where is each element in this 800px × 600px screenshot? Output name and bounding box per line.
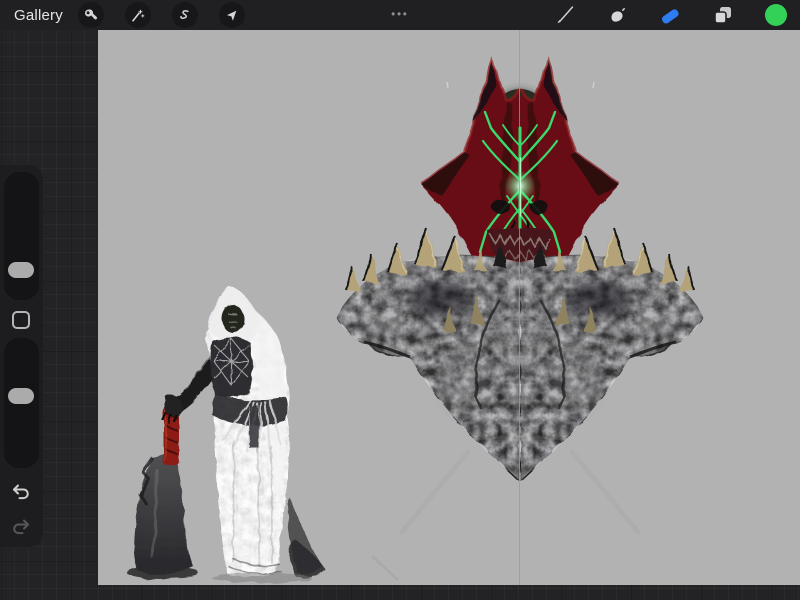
eraser-icon	[658, 4, 682, 26]
eraser-button[interactable]	[658, 4, 682, 26]
gallery-button[interactable]: Gallery	[14, 7, 63, 24]
transform-button[interactable]	[219, 2, 245, 28]
actions-button[interactable]	[78, 2, 104, 28]
top-toolbar: Gallery •••	[0, 0, 800, 30]
faint-leg-line	[572, 452, 638, 532]
paint-brush-icon	[554, 4, 576, 26]
magic-wand-icon	[130, 8, 145, 23]
wrench-icon	[83, 8, 98, 23]
ghost-robe	[206, 286, 325, 583]
brush-size-slider[interactable]	[4, 172, 39, 300]
modify-button[interactable]	[12, 311, 30, 329]
brush-size-handle[interactable]	[8, 262, 34, 278]
opacity-handle[interactable]	[8, 388, 34, 404]
ghost-sword	[127, 396, 199, 579]
arrow-cursor-icon	[224, 8, 239, 23]
paint-specks	[447, 82, 594, 88]
canvas-overflow-indicator[interactable]: •••	[391, 8, 409, 20]
brush-button[interactable]	[554, 4, 576, 26]
redo-button[interactable]	[10, 516, 32, 538]
smudge-button[interactable]	[606, 4, 628, 26]
color-swatch-circle	[764, 3, 788, 27]
selection-button[interactable]	[172, 2, 198, 28]
ghost-drawing	[127, 286, 325, 583]
smudge-finger-icon	[606, 4, 628, 26]
layers-button[interactable]	[712, 4, 734, 26]
redo-icon	[10, 516, 32, 538]
faint-smudge	[372, 556, 398, 580]
procreate-app: { "top_bar": { "gallery_label": "Gallery…	[0, 0, 800, 600]
brush-sidebar	[0, 165, 43, 547]
drawing-canvas[interactable]	[98, 30, 800, 585]
adjustments-button[interactable]	[125, 2, 151, 28]
color-button[interactable]	[764, 3, 788, 27]
artwork-svg	[98, 30, 800, 585]
undo-icon	[10, 481, 32, 503]
layers-icon	[712, 4, 734, 26]
paint-tools	[554, 3, 788, 27]
selection-s-icon	[177, 8, 192, 23]
undo-button[interactable]	[10, 481, 32, 503]
demon-shoulders	[520, 255, 703, 481]
